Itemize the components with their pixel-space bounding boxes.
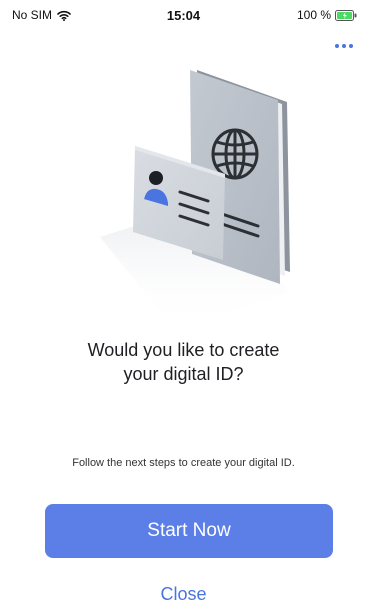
battery-percentage: 100 % [296, 8, 331, 22]
passport-and-id-card-illustration [80, 62, 310, 332]
more-options-button[interactable] [331, 36, 357, 56]
title-line-1: Would you like to create [87, 340, 280, 360]
battery-charging-icon [335, 9, 357, 21]
start-now-button[interactable]: Start Now [45, 504, 333, 558]
more-dot [342, 44, 346, 48]
title-line-2: your digital ID? [123, 364, 244, 384]
more-dots-icon [335, 44, 339, 48]
status-bar: No SIM 15:04 100 % [0, 0, 367, 32]
instruction-text: Follow the next steps to create your dig… [72, 457, 295, 469]
create-digital-id-screen: No SIM 15:04 100 % Would you like to cre… [0, 0, 367, 604]
more-dot [349, 44, 353, 48]
status-right: 100 % [297, 8, 357, 22]
start-now-label: Start Now [147, 520, 231, 541]
close-button[interactable]: Close [0, 584, 367, 604]
page-title: Would you like to create your digital ID… [40, 338, 327, 386]
